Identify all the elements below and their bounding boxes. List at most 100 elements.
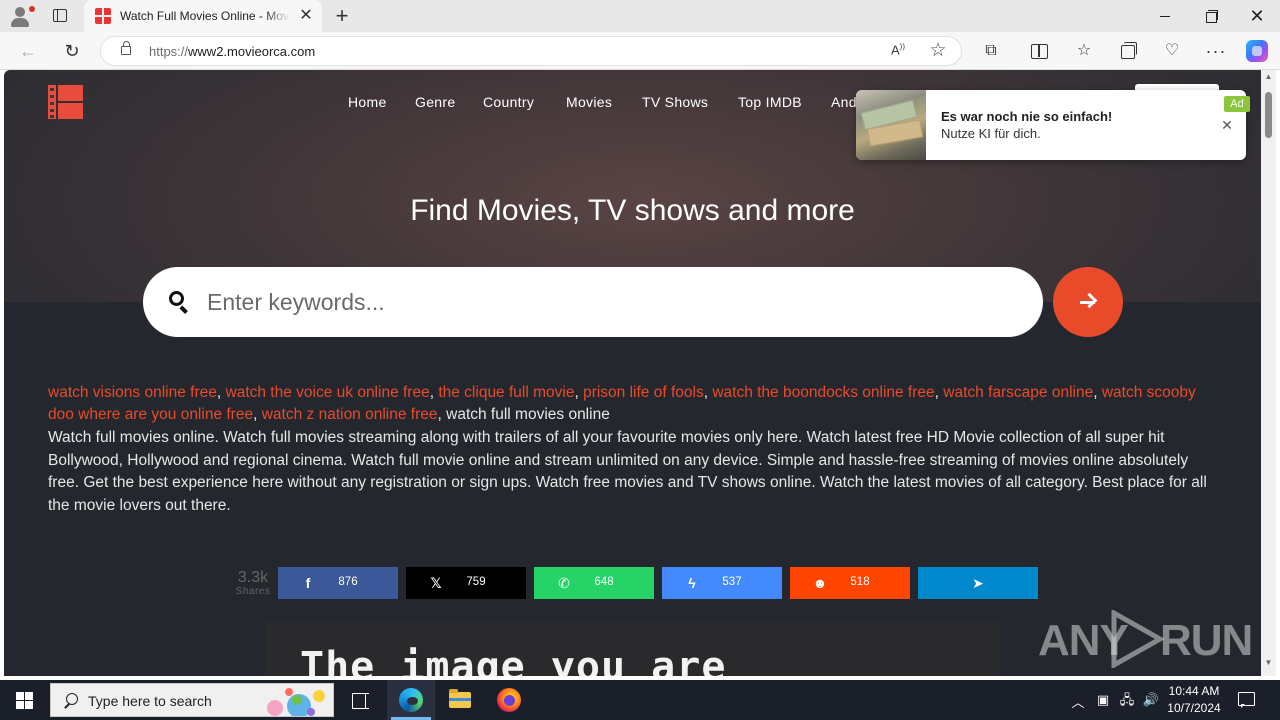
notice-image-text: The image you are: [300, 644, 727, 676]
tab-actions-icon[interactable]: [50, 6, 70, 26]
window-minimize-button[interactable]: [1150, 4, 1180, 28]
notice-image: The image you are: [266, 622, 1000, 676]
search-icon: [63, 693, 79, 709]
window-close-button[interactable]: ✕: [1242, 4, 1272, 28]
taskbar-search-box[interactable]: Type here to search: [50, 683, 334, 717]
reddit-icon: ☻: [812, 575, 828, 591]
share-reddit-button[interactable]: ☻ 518: [790, 567, 910, 599]
firefox-taskbar-app[interactable]: [485, 680, 533, 720]
share-messenger-button[interactable]: ϟ 537: [662, 567, 782, 599]
nav-top-imdb[interactable]: Top IMDB: [738, 94, 802, 110]
tag-link[interactable]: watch the voice uk online free: [226, 384, 430, 401]
clock-date: 10/7/2024: [1167, 701, 1221, 715]
scroll-down-arrow-icon[interactable]: ▼: [1264, 658, 1273, 668]
tag-tail-text: watch full movies online: [446, 406, 610, 423]
search-box[interactable]: [143, 267, 1043, 337]
site-logo[interactable]: [48, 85, 84, 119]
watermark-right-text: RUN: [1160, 616, 1253, 665]
windows-taskbar: Type here to search ︿ ▣ 🖧 🔊 10:44 AM 10/…: [0, 680, 1280, 720]
lock-icon[interactable]: [121, 41, 131, 55]
scroll-up-arrow-icon[interactable]: ▲: [1264, 72, 1273, 82]
file-explorer-taskbar-app[interactable]: [436, 680, 484, 720]
network-icon[interactable]: 🖧: [1118, 691, 1136, 709]
window-restore-button[interactable]: [1196, 4, 1226, 28]
back-arrow-icon[interactable]: ←: [16, 39, 40, 63]
read-aloud-icon[interactable]: A)): [891, 42, 911, 62]
ad-popup[interactable]: Es war noch nie so einfach! Nutze KI für…: [856, 90, 1246, 160]
firefox-icon: [497, 688, 521, 712]
share-total-label: Shares: [235, 586, 271, 597]
extensions-icon[interactable]: ⧉: [979, 39, 1003, 63]
messenger-icon: ϟ: [688, 575, 696, 591]
collections-icon[interactable]: [1116, 39, 1140, 63]
browser-tab-active[interactable]: Watch Full Movies Online - Movieorca ✕: [84, 0, 322, 32]
nav-home[interactable]: Home: [348, 94, 387, 110]
share-x-button[interactable]: 𝕏 759: [406, 567, 526, 599]
system-clock[interactable]: 10:44 AM 10/7/2024: [1164, 683, 1224, 717]
site-description: Watch full movies online. Watch full mov…: [48, 429, 1207, 514]
tab-strip: Watch Full Movies Online - Movieorca ✕ +…: [0, 0, 1280, 32]
page-viewport: Home Genre Country Movies TV Shows Top I…: [4, 70, 1261, 676]
play-logo-icon: [1111, 610, 1164, 668]
tag-link[interactable]: watch z nation online free: [262, 406, 438, 423]
nav-android-app[interactable]: And: [831, 94, 857, 110]
edge-taskbar-app[interactable]: [387, 680, 435, 720]
tray-app-icon[interactable]: ▣: [1094, 691, 1112, 709]
new-tab-button[interactable]: +: [330, 4, 354, 28]
search-highlight-icon: [267, 688, 325, 716]
volume-icon[interactable]: 🔊: [1142, 691, 1160, 709]
nav-movies[interactable]: Movies: [566, 94, 612, 110]
ad-title[interactable]: Es war noch nie so einfach!: [941, 109, 1112, 124]
tray-overflow-chevron-icon[interactable]: ︿: [1070, 692, 1086, 710]
favorites-icon[interactable]: ☆: [1072, 39, 1096, 63]
scroll-thumb[interactable]: [1265, 92, 1272, 138]
split-screen-icon[interactable]: [1027, 39, 1051, 63]
profile-avatar-icon[interactable]: [8, 4, 35, 28]
search-icon: [169, 291, 191, 314]
share-x-count: 759: [466, 576, 486, 588]
hero-title: Find Movies, TV shows and more: [410, 194, 855, 227]
task-view-icon[interactable]: [336, 680, 384, 720]
reload-icon[interactable]: ↻: [60, 39, 84, 63]
tag-link[interactable]: watch visions online free: [48, 384, 217, 401]
share-telegram-button[interactable]: ➤: [918, 567, 1038, 599]
share-messenger-count: 537: [722, 576, 742, 588]
site-favicon-icon: [95, 8, 111, 24]
share-whatsapp-button[interactable]: ✆ 648: [534, 567, 654, 599]
nav-genre[interactable]: Genre: [415, 94, 455, 110]
share-reddit-count: 518: [850, 576, 870, 588]
url-text[interactable]: https://www2.movieorca.com: [149, 44, 315, 59]
address-bar[interactable]: https://www2.movieorca.com A)) ☆: [100, 36, 962, 66]
ad-close-icon[interactable]: ✕: [1220, 118, 1234, 132]
copilot-icon[interactable]: [1246, 40, 1268, 62]
tag-link[interactable]: watch the boondocks online free: [712, 384, 934, 401]
share-facebook-button[interactable]: f 876: [278, 567, 398, 599]
page-scrollbar[interactable]: ▲ ▼: [1261, 70, 1276, 676]
windows-start-button[interactable]: [0, 680, 48, 720]
browser-essentials-icon[interactable]: ♡: [1160, 39, 1184, 63]
ad-image[interactable]: [856, 90, 926, 160]
url-scheme: https://: [149, 44, 189, 59]
anyrun-watermark: ANY RUN: [1038, 608, 1253, 672]
nav-tv-shows[interactable]: TV Shows: [642, 94, 708, 110]
search-submit-button[interactable]: [1053, 267, 1123, 337]
url-host: www2.movieorca.com: [188, 44, 316, 59]
nav-country[interactable]: Country: [483, 94, 534, 110]
search-input[interactable]: [207, 283, 1007, 321]
browser-toolbar: ← ↻ https://www2.movieorca.com A)) ☆ ⧉ ☆…: [0, 32, 1280, 70]
ad-text[interactable]: Nutze KI für dich.: [941, 126, 1041, 141]
whatsapp-icon: ✆: [558, 575, 570, 591]
tab-close-icon[interactable]: ✕: [298, 8, 314, 24]
share-facebook-count: 876: [338, 576, 358, 588]
tag-link[interactable]: watch farscape online: [943, 384, 1093, 401]
tag-link[interactable]: prison life of fools: [583, 384, 704, 401]
edge-icon: [399, 688, 423, 712]
settings-menu-icon[interactable]: ···: [1204, 39, 1228, 63]
notifications-icon[interactable]: [1236, 690, 1256, 710]
taskbar-search-placeholder: Type here to search: [88, 693, 212, 709]
popular-search-links: watch visions online free, watch the voi…: [48, 384, 1196, 423]
tag-link[interactable]: the clique full movie: [438, 384, 574, 401]
ad-badge: Ad: [1224, 96, 1250, 112]
favorite-star-icon[interactable]: ☆: [927, 39, 949, 63]
share-total: 3.3k Shares: [232, 570, 274, 598]
